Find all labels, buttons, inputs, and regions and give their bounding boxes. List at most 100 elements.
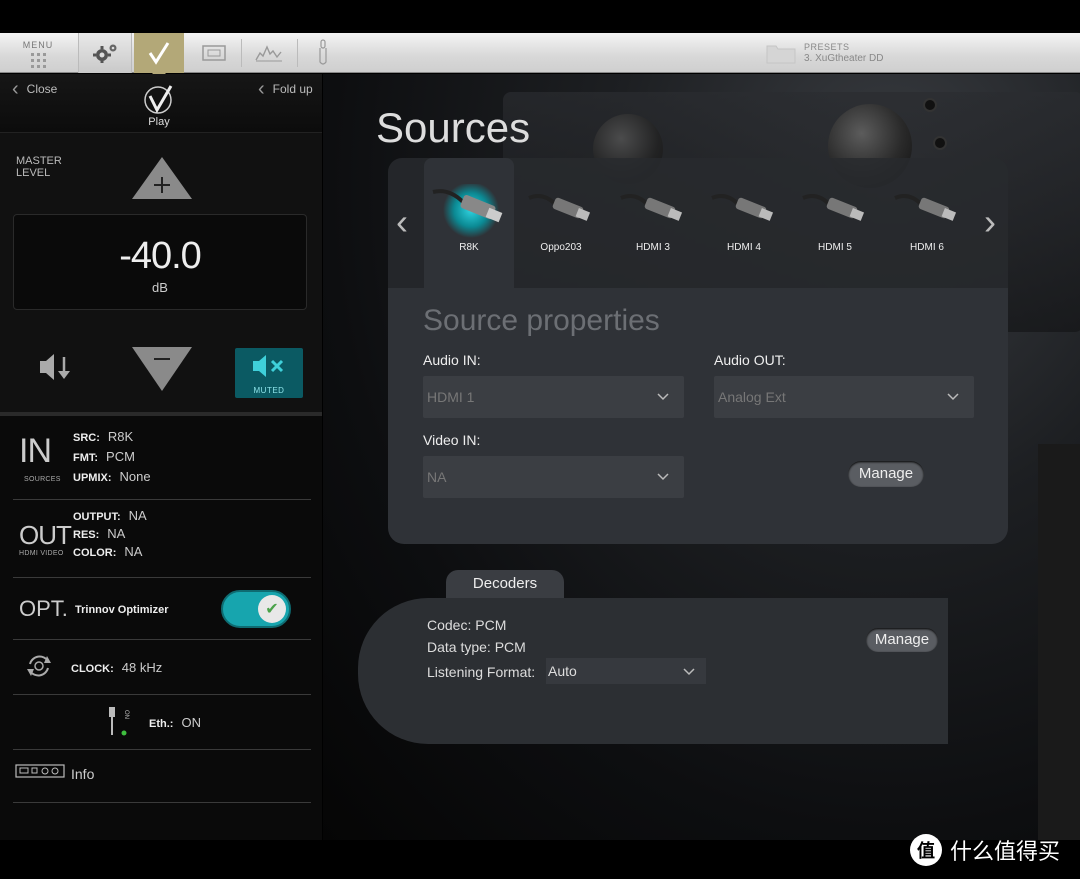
xlr-cable-icon: [528, 194, 591, 221]
volume-display: -40.0 dB: [13, 214, 307, 310]
upmix-line: UPMIX: None: [73, 469, 151, 484]
microphone-icon: [319, 39, 327, 65]
output-status-row[interactable]: OUT HDMI VIDEO OUTPUT: NA RES: NA COLOR: NA: [13, 500, 311, 578]
volume-up-button[interactable]: [130, 155, 194, 201]
source-tile-hdmi4[interactable]: HDMI 4: [699, 158, 789, 288]
menu-button[interactable]: MENU: [0, 33, 76, 73]
watermark-badge: 值: [910, 834, 942, 866]
opt-label: OPT.: [19, 596, 68, 621]
chevron-left-icon: ‹: [12, 78, 19, 100]
presets-label: PRESETS: [804, 42, 850, 52]
data-type-text: Data type: PCM: [427, 639, 526, 655]
folder-icon: [766, 45, 796, 64]
presets-button[interactable]: PRESETS 3. XuGtheater DD: [766, 33, 883, 73]
manage-source-button[interactable]: Manage: [848, 461, 924, 487]
manage-decoders-button[interactable]: Manage: [866, 628, 938, 652]
source-name: R8K: [459, 242, 479, 253]
watermark-text: 什么值得买: [950, 840, 1061, 865]
top-strip: [0, 0, 1080, 33]
source-name: Oppo203: [540, 242, 582, 253]
screen-icon: [202, 45, 226, 61]
mute-button[interactable]: MUTED: [235, 348, 303, 398]
tab-decoders[interactable]: Decoders: [446, 570, 564, 600]
chevron-right-icon[interactable]: ›: [984, 204, 996, 240]
ethernet-status: Eth.: ON: [149, 715, 201, 730]
source-tile-oppo203[interactable]: Oppo203: [516, 158, 606, 288]
fold-up-button[interactable]: ‹ Fold up: [258, 79, 313, 99]
master-level-label: MASTER LEVEL: [16, 155, 62, 179]
close-button[interactable]: ‹ Close: [12, 78, 57, 100]
watermark: 值 什么值得买: [910, 834, 1060, 866]
page-title: Sources: [376, 104, 531, 151]
muted-label: MUTED: [253, 386, 285, 395]
source-carousel: ‹ R8K Oppo203 HDMI 3 HDMI 4 HDMI 5 HDMI …: [388, 158, 1008, 288]
checkmark-icon: ✔: [258, 595, 286, 623]
volume-down-button[interactable]: [130, 345, 194, 393]
device-info-icon: [15, 764, 65, 778]
screen-tab[interactable]: [188, 33, 240, 73]
source-name: HDMI 5: [818, 242, 852, 253]
video-in-label: Video IN:: [423, 432, 481, 448]
volume-unit: dB: [152, 280, 168, 295]
input-status-row[interactable]: IN SOURCES SRC: R8K FMT: PCM UPMIX: None: [13, 416, 311, 500]
clock-row: CLOCK: 48 kHz: [13, 640, 311, 695]
hdmi-video-sublabel: HDMI VIDEO: [19, 550, 64, 557]
info-row[interactable]: Info: [13, 750, 311, 803]
volume-section: MASTER LEVEL -40.0 dB MUTED: [0, 132, 322, 414]
listening-format-value: Auto: [548, 663, 577, 679]
play-logo: Play: [144, 85, 173, 128]
toolbar: MENU PRESETS 3. XuGtheater DD: [0, 33, 1080, 80]
info-label: Info: [71, 766, 95, 782]
chevron-left-icon[interactable]: ‹: [396, 204, 408, 240]
audio-in-select[interactable]: HDMI 1: [423, 376, 684, 418]
svg-text:ON: ON: [123, 710, 129, 719]
background-edge: [1038, 444, 1080, 840]
speaker-dim-icon[interactable]: [36, 351, 76, 383]
xlr-cable-icon: [802, 194, 865, 221]
chevron-down-icon: [947, 393, 959, 401]
optimizer-toggle[interactable]: ✔: [221, 590, 291, 628]
fmt-line: FMT: PCM: [73, 449, 135, 464]
clock-value: CLOCK: 48 kHz: [71, 660, 163, 675]
src-line: SRC: R8K: [73, 429, 134, 444]
audio-out-label: Audio OUT:: [714, 352, 786, 368]
preset-value: 3. XuGtheater DD: [804, 53, 884, 64]
audio-in-label: Audio IN:: [423, 352, 481, 368]
source-tile-hdmi5[interactable]: HDMI 5: [790, 158, 880, 288]
listening-format-select[interactable]: Auto: [546, 658, 706, 684]
play-tab[interactable]: [134, 33, 184, 80]
volume-value: -40.0: [119, 235, 202, 277]
background-button: [923, 98, 937, 112]
source-tile-r8k[interactable]: R8K: [424, 158, 514, 288]
audio-in-value: HDMI 1: [427, 389, 475, 405]
decoders-panel: Codec: PCM Data type: PCM Listening Form…: [358, 598, 948, 744]
checkmark-icon: [148, 42, 170, 65]
in-label: IN: [19, 432, 52, 470]
xlr-cable-icon: [620, 194, 683, 221]
gear-icon: [93, 44, 117, 63]
source-name: HDMI 4: [727, 242, 761, 253]
optimizer-row: OPT. Trinnov Optimizer ✔: [13, 578, 311, 640]
source-tile-hdmi6[interactable]: HDMI 6: [882, 158, 972, 288]
eq-tab[interactable]: [242, 33, 296, 73]
audio-out-value: Analog Ext: [718, 389, 786, 405]
xlr-cable-icon: [432, 184, 503, 238]
chevron-down-icon: [657, 473, 669, 481]
xlr-cable-icon: [711, 194, 774, 221]
video-in-value: NA: [427, 469, 447, 485]
grid-icon: [30, 53, 46, 68]
speaker-mute-icon: [253, 355, 284, 377]
settings-tab[interactable]: [78, 33, 132, 73]
source-name: HDMI 3: [636, 242, 670, 253]
source-tile-hdmi3[interactable]: HDMI 3: [608, 158, 698, 288]
video-in-select[interactable]: NA: [423, 456, 684, 498]
left-panel-header: ‹ Close Play ‹ Fold up: [0, 74, 322, 132]
main-area: Sources ‹ R8K Oppo203 HDMI 3 HDMI 4 HDMI…: [323, 74, 1080, 840]
ethernet-row: ON Eth.: ON: [13, 695, 311, 750]
audio-out-select[interactable]: Analog Ext: [714, 376, 974, 418]
source-properties-panel: Source properties Audio IN: HDMI 1 Audio…: [388, 288, 1008, 544]
color-line: COLOR: NA: [73, 544, 143, 559]
codec-text: Codec: PCM: [427, 617, 507, 633]
mic-tab[interactable]: [298, 33, 348, 73]
clock-sync-icon: [27, 655, 51, 677]
